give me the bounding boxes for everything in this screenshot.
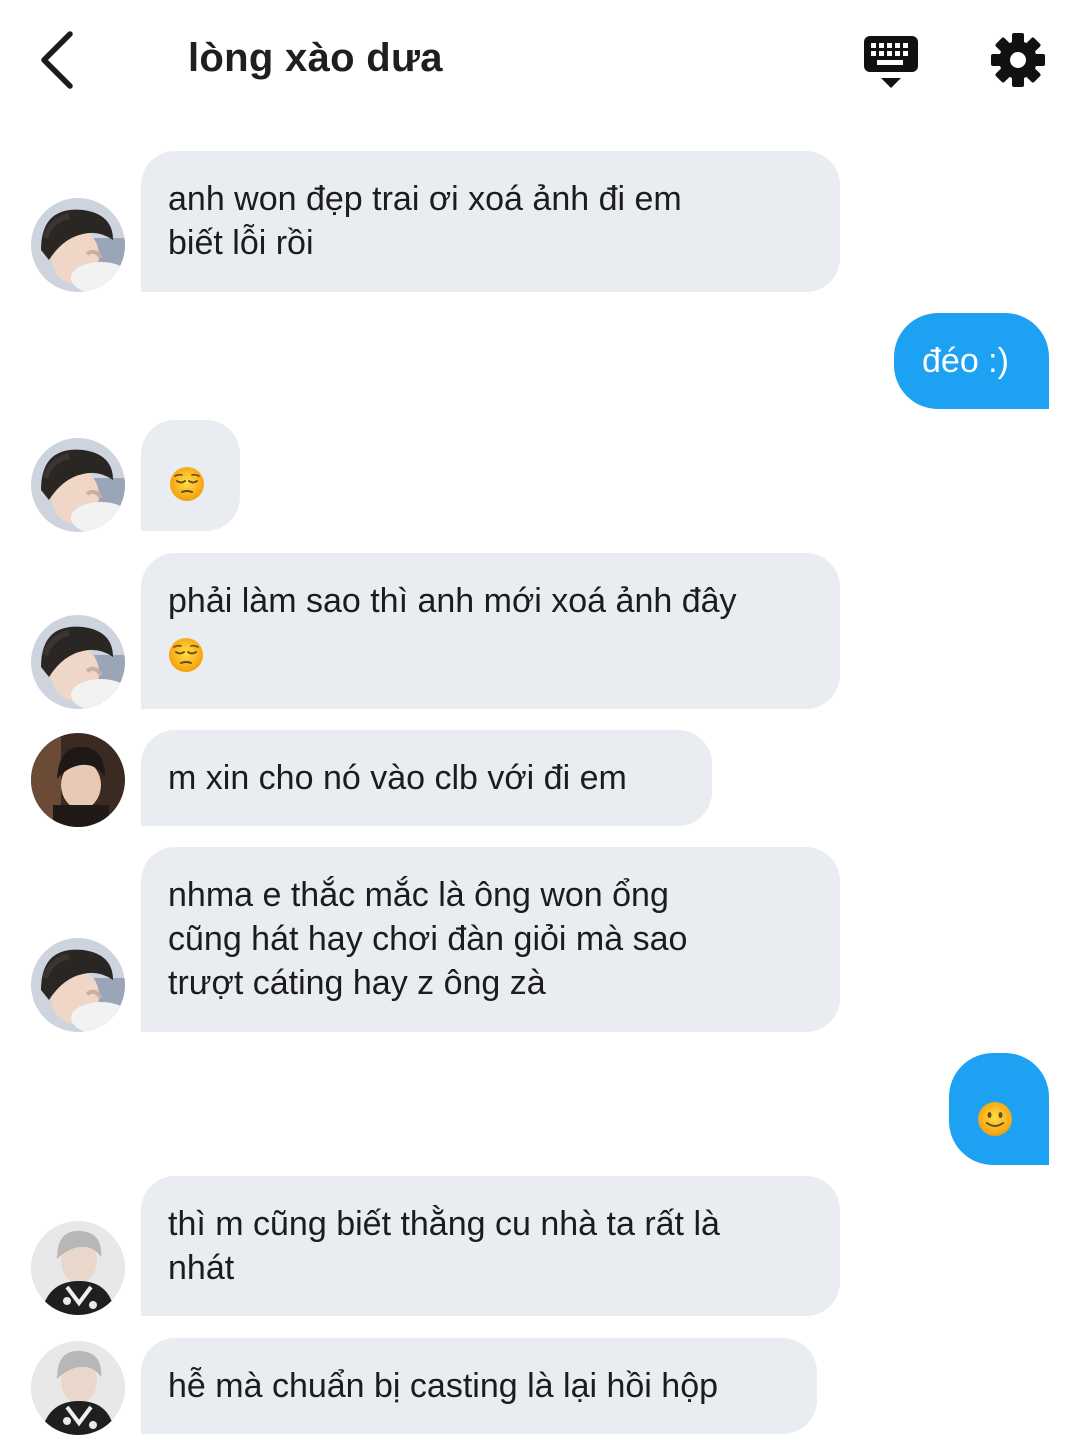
outgoing-message-bubble[interactable]: đéo :) xyxy=(894,313,1049,409)
keyboard-toggle-button[interactable] xyxy=(862,34,922,92)
avatar[interactable] xyxy=(31,1341,125,1435)
avatar-photo xyxy=(31,438,125,532)
keyboard-hide-icon xyxy=(864,36,918,88)
incoming-message-bubble[interactable] xyxy=(141,420,240,531)
message-text: phải làm sao thì anh mới xoá ảnh đây xyxy=(168,582,737,620)
avatar[interactable] xyxy=(31,198,125,292)
settings-button[interactable] xyxy=(990,32,1046,88)
avatar[interactable] xyxy=(31,1221,125,1315)
outgoing-message-bubble[interactable] xyxy=(949,1053,1049,1165)
avatar-photo xyxy=(31,1221,125,1315)
chat-header: lòng xào dưa xyxy=(0,0,1080,120)
incoming-message-bubble[interactable]: anh won đẹp trai ơi xoá ảnh đi em biết l… xyxy=(141,151,840,292)
pensive-face-emoji xyxy=(169,466,205,502)
chevron-left-icon xyxy=(41,31,73,89)
back-button[interactable] xyxy=(30,28,90,92)
avatar[interactable] xyxy=(31,438,125,532)
avatar-photo xyxy=(31,733,125,827)
avatar-photo xyxy=(31,198,125,292)
avatar-photo xyxy=(31,615,125,709)
conversation-title: lòng xào dưa xyxy=(188,36,443,80)
avatar[interactable] xyxy=(31,938,125,1032)
incoming-message-bubble[interactable]: hễ mà chuẩn bị casting là lại hồi hộp xyxy=(141,1338,817,1434)
slightly-smiling-face-emoji xyxy=(977,1101,1013,1137)
avatar-photo xyxy=(31,1341,125,1435)
incoming-message-bubble[interactable]: phải làm sao thì anh mới xoá ảnh đây xyxy=(141,553,840,709)
avatar[interactable] xyxy=(31,615,125,709)
gear-icon xyxy=(991,33,1045,87)
avatar-photo xyxy=(31,938,125,1032)
incoming-message-bubble[interactable]: thì m cũng biết thằng cu nhà ta rất là n… xyxy=(141,1176,840,1316)
pensive-face-emoji xyxy=(168,637,204,673)
incoming-message-bubble[interactable]: nhma e thắc mắc là ông won ổng cũng hát … xyxy=(141,847,840,1032)
incoming-message-bubble[interactable]: m xin cho nó vào clb với đi em xyxy=(141,730,712,826)
avatar[interactable] xyxy=(31,733,125,827)
